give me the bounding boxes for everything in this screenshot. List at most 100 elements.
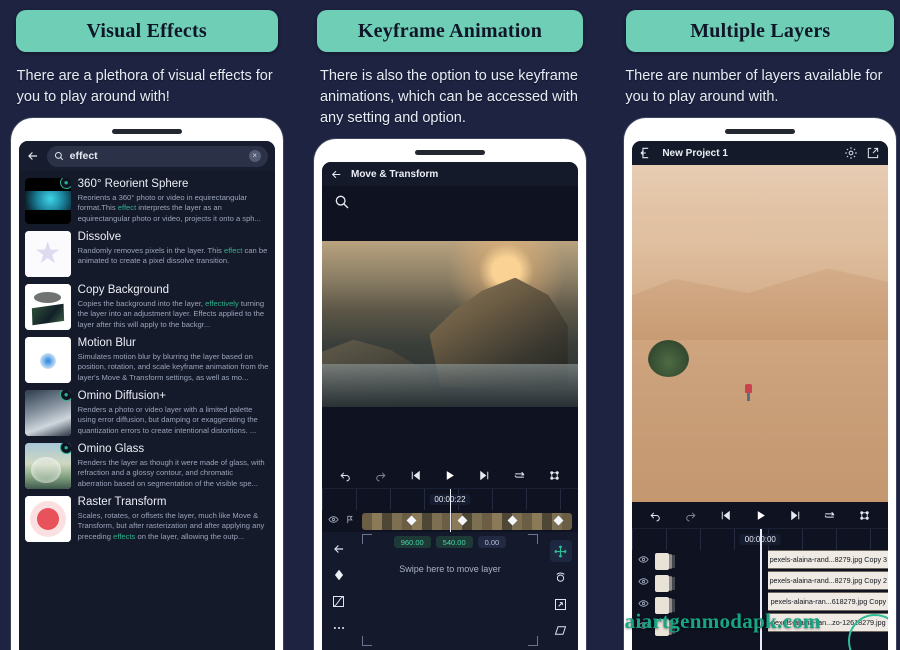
move-tool-icon[interactable] <box>549 540 572 563</box>
effect-thumbnail: ● <box>24 443 71 490</box>
effect-description: Copies the background into the layer, ef… <box>77 298 265 329</box>
skew-tool-icon[interactable] <box>550 620 572 642</box>
clear-icon[interactable]: × <box>248 150 261 163</box>
keyframe-diamond-icon[interactable] <box>332 568 346 587</box>
effect-name: Dissolve <box>77 231 122 244</box>
effect-name: 360° Reorient Sphere <box>77 178 189 191</box>
eye-icon[interactable] <box>328 512 339 530</box>
list-item[interactable]: Copy Background Copies the background in… <box>19 281 275 334</box>
effect-thumbnail: ★ <box>24 231 71 278</box>
timeline-tracks-2[interactable] <box>321 510 578 532</box>
list-item[interactable]: ★ Dissolve Randomly removes pixels in th… <box>19 228 275 281</box>
list-item[interactable]: Raster Transform Scales, rotates, or off… <box>19 493 275 546</box>
project-name: New Project 1 <box>662 147 728 159</box>
panel-title-2: Keyframe Animation <box>357 19 543 42</box>
play-icon[interactable] <box>754 509 767 522</box>
phone-mockup-3: New Project 1 pexels-alaina-rand...8279.… <box>624 118 897 650</box>
timeline-ruler-2[interactable]: 00:00:22 <box>321 488 578 510</box>
value-y[interactable]: 540.00 <box>435 536 473 548</box>
playback-controls-3 <box>632 502 889 528</box>
playback-controls-2 <box>321 462 578 488</box>
play-icon[interactable] <box>443 469 456 482</box>
video-preview-2[interactable] <box>321 186 578 462</box>
list-item[interactable]: ● 360° Reorient Sphere Reorients a 360° … <box>19 175 275 228</box>
effects-list[interactable]: ● 360° Reorient Sphere Reorients a 360° … <box>18 171 275 650</box>
preview-image <box>321 241 578 407</box>
playhead-overlay <box>449 510 452 532</box>
redo-icon[interactable] <box>684 509 697 522</box>
right-tool-rail <box>544 532 578 650</box>
panel-subtitle-3: There are number of layers available for… <box>625 68 883 106</box>
phone-screen-2: Move & Transform 960.00 540.00 0.00 Swip… <box>321 162 578 650</box>
transform-touch-pad[interactable]: 960.00 540.00 0.00 Swipe here to move la… <box>356 532 544 650</box>
undo-icon[interactable] <box>649 509 662 522</box>
video-preview-3[interactable] <box>632 165 889 502</box>
value-z[interactable]: 0.00 <box>477 536 507 548</box>
move-transform-topbar: Move & Transform <box>321 162 578 187</box>
playhead-line <box>760 550 762 650</box>
playhead[interactable] <box>449 489 452 510</box>
magnifier-icon[interactable] <box>334 194 350 215</box>
skip-start-icon[interactable] <box>719 509 732 522</box>
export-icon[interactable] <box>866 146 880 160</box>
left-tool-rail <box>322 532 356 650</box>
video-clip-strip[interactable] <box>361 512 572 530</box>
search-input[interactable]: effect × <box>46 145 268 167</box>
layer-thumbnail <box>655 574 670 592</box>
easing-curve-icon[interactable] <box>331 594 346 614</box>
back-exit-icon[interactable] <box>640 146 654 160</box>
fit-icon[interactable] <box>548 469 561 482</box>
eye-icon[interactable] <box>638 552 649 570</box>
list-item[interactable]: Motion Blur Simulates motion blur by blu… <box>19 334 275 387</box>
effect-name: Omino Glass <box>77 443 145 456</box>
gear-icon[interactable] <box>844 146 858 160</box>
more-options-icon[interactable] <box>332 621 346 640</box>
phone-screen-3: New Project 1 pexels-alaina-rand...8279.… <box>632 141 889 650</box>
effect-thumbnail <box>24 284 71 331</box>
panel-subtitle-1: There are a plethora of visual effects f… <box>16 68 273 106</box>
layer-name[interactable]: pexels-alaina-rand...8279.jpg Copy 2 <box>768 571 889 590</box>
skip-end-icon[interactable] <box>478 469 491 482</box>
screenshot-stage: Visual Effects There are a plethora of v… <box>0 0 900 650</box>
list-item[interactable]: ● Omino Diffusion+ Renders a photo or vi… <box>19 387 275 440</box>
keyframe-transform-panel: 960.00 540.00 0.00 Swipe here to move la… <box>321 532 578 650</box>
effect-thumbnail: ● <box>24 390 71 437</box>
effect-name: Motion Blur <box>77 337 136 350</box>
back-arrow-icon[interactable] <box>330 168 343 181</box>
list-item[interactable]: ● Omino Glass Renders the layer as thoug… <box>19 440 275 493</box>
phone-notch-3 <box>725 129 796 135</box>
undo-icon[interactable] <box>339 469 352 482</box>
scale-tool-icon[interactable] <box>550 593 572 615</box>
value-x[interactable]: 960.00 <box>393 536 431 548</box>
eye-icon[interactable] <box>638 574 649 592</box>
layer-thumbnail <box>655 552 670 570</box>
skip-end-icon[interactable] <box>789 509 802 522</box>
effect-name: Raster Transform <box>77 496 167 509</box>
loop-icon[interactable] <box>513 469 526 482</box>
fit-icon[interactable] <box>858 509 871 522</box>
panel-subtitle-2: There is also the option to use keyframe… <box>319 68 578 127</box>
effect-name: Copy Background <box>77 284 170 297</box>
loop-icon[interactable] <box>823 509 836 522</box>
search-icon <box>54 151 64 161</box>
phone-notch-2 <box>414 150 485 156</box>
rotate-tool-icon[interactable] <box>550 567 572 589</box>
playhead[interactable] <box>760 529 762 550</box>
audio-flag-icon[interactable] <box>345 512 356 530</box>
effects-search-topbar: effect × <box>18 141 275 172</box>
panel-title-pill-1: Visual Effects <box>15 10 278 52</box>
back-arrow-icon[interactable] <box>332 542 346 561</box>
skip-start-icon[interactable] <box>409 469 422 482</box>
redo-icon[interactable] <box>374 469 387 482</box>
layer-tracks[interactable]: pexels-alaina-rand...8279.jpg Copy 3 pex… <box>632 550 889 650</box>
back-arrow-icon[interactable] <box>26 149 40 163</box>
timeline-ruler-3[interactable]: 00:00:00 <box>632 528 889 550</box>
effect-description: Scales, rotates, or offsets the layer, m… <box>77 510 265 541</box>
layer-name[interactable]: pexels-alaina-rand...8279.jpg Copy 3 <box>768 550 889 569</box>
effect-description: Reorients a 360° photo or video in equir… <box>77 192 261 223</box>
phone-mockup-1: effect × ● 360° Reorient Sphere Reorient… <box>10 118 283 650</box>
panel-title-3: Multiple Layers <box>690 19 831 42</box>
panel-multiple-layers: Multiple Layers There are number of laye… <box>607 0 900 650</box>
panel-title-1: Visual Effects <box>86 19 207 42</box>
panel-title-pill-2: Keyframe Animation <box>316 10 583 52</box>
